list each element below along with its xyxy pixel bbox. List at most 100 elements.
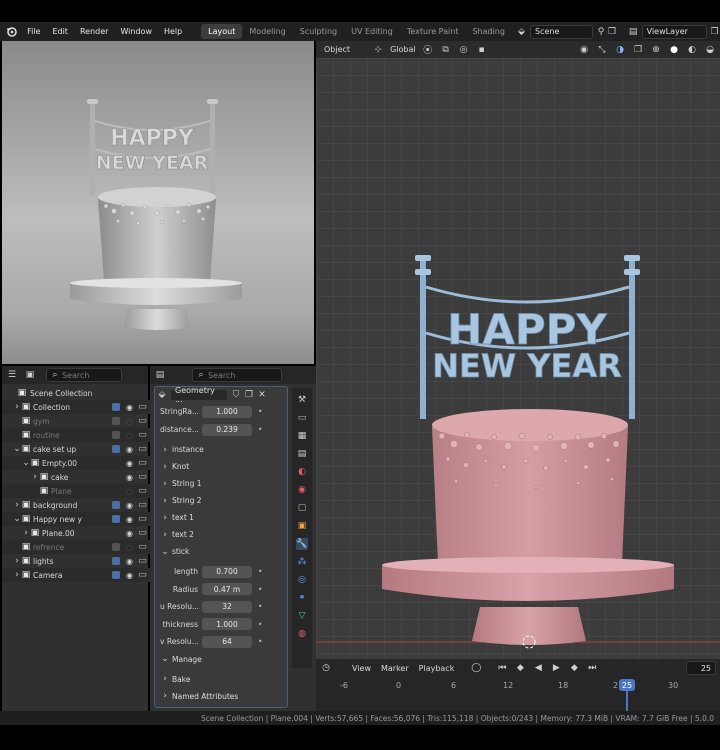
- keyframe-dot-icon[interactable]: •: [258, 567, 262, 576]
- keyframe-dot-icon[interactable]: •: [258, 407, 262, 416]
- viewlayer-field[interactable]: ViewLayer: [641, 24, 707, 39]
- object-mode-dropdown[interactable]: Object: [320, 45, 354, 54]
- data-tab-icon[interactable]: ▽: [296, 610, 308, 622]
- chevron-right-icon[interactable]: ›: [31, 471, 39, 483]
- visibility-icon[interactable]: ◉: [578, 44, 590, 56]
- keyframe-dot-icon[interactable]: •: [258, 620, 262, 629]
- pivot-icon[interactable]: ⦿: [422, 44, 434, 56]
- auto-key-icon[interactable]: ◯: [470, 662, 482, 674]
- subpanel-header[interactable]: › text 1: [160, 510, 284, 525]
- timeline-editor-icon[interactable]: ◷: [320, 662, 332, 674]
- view-layer-tab-icon[interactable]: ▤: [296, 448, 308, 460]
- subpanel-header[interactable]: › Bake: [160, 672, 284, 687]
- chevron-down-icon[interactable]: ⌄: [22, 457, 30, 469]
- timeline-view-menu[interactable]: View: [352, 664, 371, 673]
- camera-render-icon[interactable]: ▭: [138, 429, 147, 441]
- gizmo-icon[interactable]: ⤡: [596, 44, 608, 56]
- exclude-checkbox[interactable]: [112, 417, 121, 425]
- camera-render-icon[interactable]: ▭: [138, 527, 147, 539]
- keyframe-dot-icon[interactable]: •: [258, 637, 262, 646]
- outliner-item[interactable]: ▣ gym ◌ ▭: [2, 414, 150, 428]
- camera-render-icon[interactable]: ▭: [138, 401, 147, 413]
- eye-icon[interactable]: ◉: [126, 501, 133, 510]
- outliner-item[interactable]: ⌄ ▣ Happy new y ◉ ▭: [2, 512, 150, 526]
- properties-search[interactable]: ⌕ Search: [192, 368, 282, 382]
- collection-tab-icon[interactable]: ▢: [296, 502, 308, 514]
- outliner-item[interactable]: ▣ routine ◌ ▭: [2, 428, 150, 442]
- eye-closed-icon[interactable]: ◌: [126, 431, 133, 440]
- modifier-name-field[interactable]: Geometry ...: [170, 386, 228, 404]
- orientation-icon[interactable]: ⊹: [372, 44, 384, 56]
- tool-tab-icon[interactable]: ⚒: [296, 394, 308, 406]
- exclude-checkbox[interactable]: [112, 515, 121, 523]
- eye-icon[interactable]: ◉: [126, 445, 133, 454]
- prev-keyframe-icon[interactable]: ◆: [514, 662, 526, 674]
- new-viewlayer-icon[interactable]: ❐: [709, 26, 720, 38]
- subpanel-header[interactable]: › String 2: [160, 493, 284, 508]
- outliner-item[interactable]: ▣ Plane ◌ ▭: [2, 484, 150, 498]
- blender-logo-icon[interactable]: [6, 26, 17, 38]
- input-value-field[interactable]: 0.239: [202, 423, 252, 436]
- subpanel-stick[interactable]: ⌄ stick: [160, 544, 284, 559]
- editor-type-icon[interactable]: ☰: [6, 369, 18, 381]
- outliner-item[interactable]: ⌄ ▣ Empty.00 ◉ ▭: [2, 456, 150, 470]
- tab-modeling[interactable]: Modeling: [242, 24, 292, 39]
- modifier-type-icon[interactable]: ⬙: [157, 389, 167, 401]
- input-value-field[interactable]: 32: [202, 600, 252, 613]
- wireframe-shading-icon[interactable]: ⊕: [650, 44, 662, 56]
- camera-render-icon[interactable]: ▭: [138, 471, 147, 483]
- jump-start-icon[interactable]: ⏮: [496, 662, 508, 674]
- outliner-item[interactable]: › ▣ Collection ◉ ▭: [2, 400, 150, 414]
- menu-file[interactable]: File: [21, 27, 46, 36]
- camera-render-icon[interactable]: ▭: [138, 443, 147, 455]
- menu-help[interactable]: Help: [158, 27, 188, 36]
- tab-layout[interactable]: Layout: [201, 24, 243, 39]
- menu-render[interactable]: Render: [74, 27, 114, 36]
- proportional-icon[interactable]: ◎: [458, 44, 470, 56]
- next-keyframe-icon[interactable]: ◆: [568, 662, 580, 674]
- snap-icon[interactable]: ⧉: [440, 44, 452, 56]
- subpanel-header[interactable]: › Knot: [160, 459, 284, 474]
- outliner-root[interactable]: ▣ Scene Collection: [2, 386, 150, 400]
- duplicate-icon[interactable]: ❐: [244, 389, 254, 401]
- scene-icon[interactable]: ⬙: [516, 26, 527, 38]
- timeline-playback-menu[interactable]: Playback: [419, 664, 455, 673]
- outliner-item[interactable]: › ▣ Camera ◉ ▭: [2, 568, 150, 582]
- camera-render-icon[interactable]: ▭: [138, 415, 147, 427]
- exclude-checkbox[interactable]: [112, 557, 121, 565]
- outliner-item[interactable]: › ▣ Plane.00 ◉ ▭: [2, 526, 150, 540]
- 3d-viewport[interactable]: HAPPY NEW YEAR: [316, 41, 720, 659]
- eye-icon[interactable]: ◉: [126, 403, 133, 412]
- exclude-checkbox[interactable]: [112, 431, 121, 439]
- subpanel-header[interactable]: › String 1: [160, 476, 284, 491]
- input-value-field[interactable]: 1.000: [202, 405, 252, 418]
- exclude-checkbox[interactable]: [112, 403, 121, 411]
- subpanel-header[interactable]: › instance: [160, 442, 284, 457]
- scene-tab-icon[interactable]: ◐: [296, 466, 308, 478]
- tab-sculpting[interactable]: Sculpting: [293, 24, 344, 39]
- render-preview[interactable]: HAPPY NEW YEAR: [2, 41, 314, 364]
- menu-edit[interactable]: Edit: [46, 27, 74, 36]
- solid-shading-icon[interactable]: ●: [668, 44, 680, 56]
- display-mode-icon[interactable]: ▣: [24, 369, 36, 381]
- eye-icon[interactable]: ◉: [126, 515, 133, 524]
- object-tab-icon[interactable]: ▣: [296, 520, 308, 532]
- input-value-field[interactable]: 1.000: [202, 618, 252, 630]
- camera-render-icon[interactable]: ▭: [138, 555, 147, 567]
- camera-render-icon[interactable]: ▭: [138, 499, 147, 511]
- subpanel-header[interactable]: › Named Attributes: [160, 689, 284, 704]
- new-scene-icon[interactable]: ❐: [607, 26, 618, 38]
- material-shading-icon[interactable]: ◐: [686, 44, 698, 56]
- subpanel-manage[interactable]: ⌄ Manage: [160, 652, 284, 667]
- eye-closed-icon[interactable]: ◌: [126, 487, 133, 496]
- keyframe-dot-icon[interactable]: •: [258, 602, 262, 611]
- eye-closed-icon[interactable]: ◌: [126, 417, 133, 426]
- fake-user-icon[interactable]: ⛉: [231, 389, 241, 401]
- constraints-tab-icon[interactable]: ⚭: [296, 592, 308, 604]
- eye-icon[interactable]: ◉: [126, 557, 133, 566]
- eye-closed-icon[interactable]: ◌: [126, 543, 133, 552]
- camera-render-icon[interactable]: ▭: [138, 457, 147, 469]
- eye-icon[interactable]: ◉: [126, 459, 133, 468]
- chevron-right-icon[interactable]: ›: [13, 401, 21, 413]
- viewlayer-icon[interactable]: ▤: [628, 26, 639, 38]
